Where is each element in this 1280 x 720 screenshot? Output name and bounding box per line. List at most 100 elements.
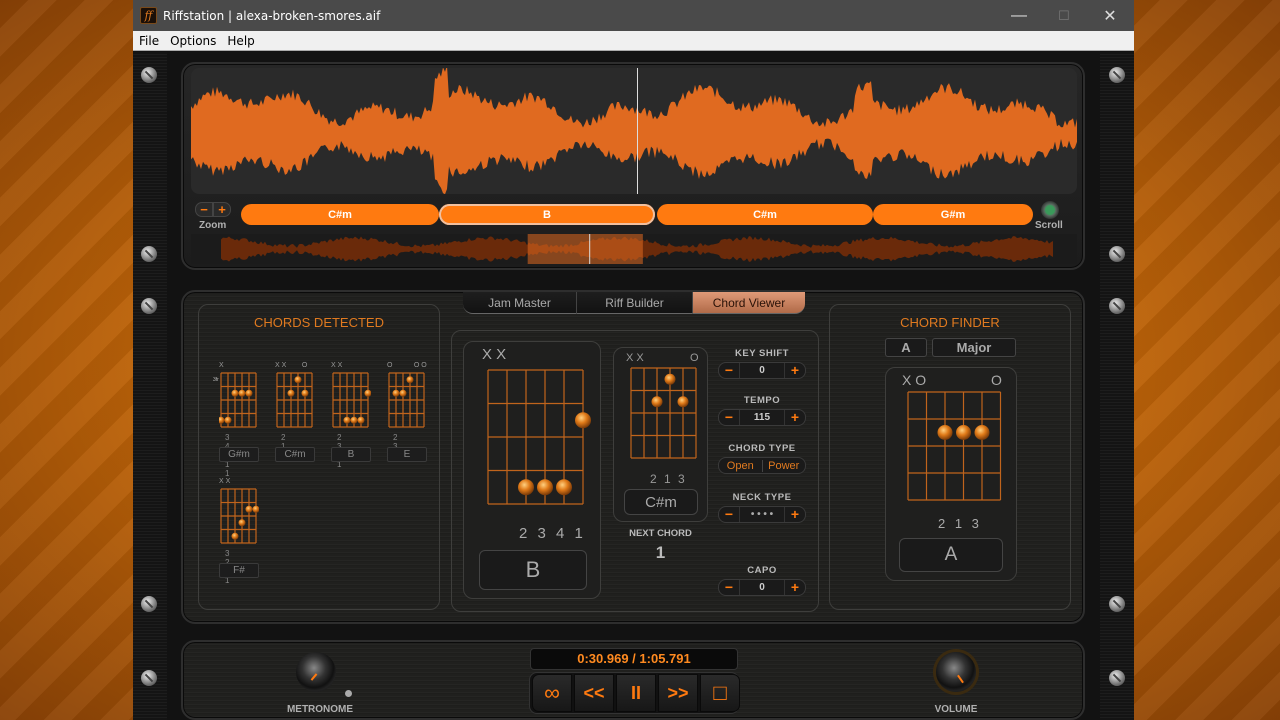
rack: − + Zoom C#m B C#m G#m Scroll Jam Master Rif…: [133, 52, 1134, 720]
finger-dot: [664, 373, 676, 385]
screw-icon: [141, 67, 157, 83]
view-tabs: Jam Master Riff Builder Chord Viewer: [463, 292, 805, 316]
neck-type-value: • • • •: [739, 507, 785, 522]
finger-dot: [399, 389, 407, 397]
chord-segment[interactable]: C#m: [241, 204, 439, 225]
menu-file[interactable]: File: [134, 34, 164, 48]
chord-diagram: [219, 372, 257, 428]
close-button[interactable]: ✕: [1087, 0, 1133, 31]
finger-dot: [357, 416, 365, 424]
finger-dot: [231, 532, 239, 540]
forward-button[interactable]: >>: [658, 674, 698, 712]
finder-chord-card: X O O 2 1 3 A: [885, 367, 1017, 581]
metronome-led-icon: [345, 690, 352, 697]
screw-icon: [141, 298, 157, 314]
zoom-in-button[interactable]: +: [213, 202, 231, 217]
zoom-out-button[interactable]: −: [195, 202, 213, 217]
chord-strings: X X: [219, 478, 231, 485]
chord-type-power-button[interactable]: Power: [763, 460, 806, 472]
loop-button[interactable]: ∞: [532, 674, 572, 712]
capo-plus-button[interactable]: +: [785, 580, 805, 595]
key-shift-stepper: −0 +: [718, 362, 806, 379]
tempo-label: TEMPO: [743, 395, 781, 406]
scroll-toggle-icon[interactable]: [1041, 201, 1059, 219]
chord-name: E: [387, 447, 427, 462]
chord-viewer-panel: X X 2 3 4 1 B X X O 2 1 3 C#m NEXT CHORD…: [451, 330, 819, 612]
key-shift-value: 0: [739, 363, 785, 378]
tab-riff-builder[interactable]: Riff Builder: [577, 292, 693, 314]
finger-dot: [238, 389, 246, 397]
knob-indicator-icon: [310, 673, 318, 681]
key-shift-minus-button[interactable]: −: [719, 363, 739, 378]
finder-chord-fingering: 2 1 3: [938, 516, 982, 531]
chord-panel: Jam Master Riff Builder Chord Viewer CHORD…: [181, 290, 1085, 624]
overview-minimap[interactable]: [191, 234, 1077, 264]
waveform-display[interactable]: [191, 68, 1077, 194]
chord-segment[interactable]: B: [439, 204, 655, 225]
tempo-plus-button[interactable]: +: [785, 410, 805, 425]
overview-waveform: [221, 234, 1053, 264]
volume-label: VOLUME: [934, 704, 978, 715]
chord-diagram: [332, 372, 371, 428]
finger-dot: [224, 416, 232, 424]
chord-segment[interactable]: C#m: [657, 204, 873, 225]
current-chord-fingering: 2 3 4 1: [519, 525, 586, 542]
window-title: Riffstation | alexa-broken-smores.aif: [163, 8, 381, 23]
chord-type-open-button[interactable]: Open: [719, 459, 763, 472]
overview-viewport[interactable]: [527, 234, 643, 264]
rewind-button[interactable]: <<: [574, 674, 614, 712]
next-chord-label: NEXT CHORD: [629, 528, 692, 539]
tempo-stepper: −115 +: [718, 409, 806, 426]
stop-button[interactable]: □: [700, 674, 740, 712]
screw-icon: [1109, 670, 1125, 686]
neck-type-plus-button[interactable]: +: [785, 507, 805, 522]
key-shift-plus-button[interactable]: +: [785, 363, 805, 378]
maximize-button[interactable]: ☐: [1041, 0, 1087, 31]
chord-diagram: [388, 372, 425, 428]
next-chord-diagram: [630, 367, 697, 459]
capo-minus-button[interactable]: −: [719, 580, 739, 595]
finger-dot: [651, 396, 663, 408]
knob-indicator-icon: [957, 674, 964, 684]
chord-name: G#m: [219, 447, 259, 462]
key-shift-label: KEY SHIFT: [735, 348, 789, 359]
metronome-knob[interactable]: [296, 652, 336, 692]
finger-dot: [556, 479, 572, 496]
chord-name: F#: [219, 563, 259, 578]
chord-name: C#m: [275, 447, 315, 462]
playhead[interactable]: [636, 68, 638, 194]
minimize-button[interactable]: —: [996, 0, 1042, 31]
current-chord-card: X X 2 3 4 1 B: [463, 341, 601, 599]
waveform-panel: − + Zoom C#m B C#m G#m Scroll: [181, 62, 1085, 270]
tempo-minus-button[interactable]: −: [719, 410, 739, 425]
finger-dot: [350, 416, 358, 424]
chords-detected-panel: CHORDS DETECTED X3fr3 4 1 1 1G#mX X O2 1…: [198, 304, 440, 610]
app-window: ff Riffstation | alexa-broken-smores.aif…: [133, 0, 1134, 720]
finger-dot: [343, 416, 351, 424]
root-note-select[interactable]: A: [885, 338, 927, 357]
tab-jam-master[interactable]: Jam Master: [463, 292, 577, 314]
screw-icon: [141, 246, 157, 262]
next-chord-open: O: [690, 352, 699, 364]
pause-button[interactable]: II: [616, 674, 656, 712]
waveform-graph: [191, 68, 1077, 194]
capo-value: 0: [739, 580, 785, 595]
finger-dot: [974, 425, 990, 440]
current-chord-strings: X X: [482, 346, 507, 363]
finger-dot: [537, 479, 553, 496]
chord-finder-panel: CHORD FINDER A Major X O O 2 1 3 A: [829, 304, 1071, 610]
chord-quality-select[interactable]: Major: [932, 338, 1016, 357]
menu-options[interactable]: Options: [165, 34, 221, 48]
title-bar: ff Riffstation | alexa-broken-smores.aif…: [133, 0, 1134, 31]
finger-dot: [937, 425, 953, 440]
volume-knob[interactable]: [936, 652, 976, 692]
tab-chord-viewer[interactable]: Chord Viewer: [693, 292, 805, 314]
chord-name: B: [331, 447, 371, 462]
finger-dot: [406, 376, 414, 384]
next-chord-count: 1: [655, 543, 666, 562]
menu-help[interactable]: Help: [222, 34, 259, 48]
chord-segment[interactable]: G#m: [873, 204, 1033, 225]
finger-dot: [301, 389, 309, 397]
neck-type-minus-button[interactable]: −: [719, 507, 739, 522]
finger-dot: [238, 519, 246, 527]
